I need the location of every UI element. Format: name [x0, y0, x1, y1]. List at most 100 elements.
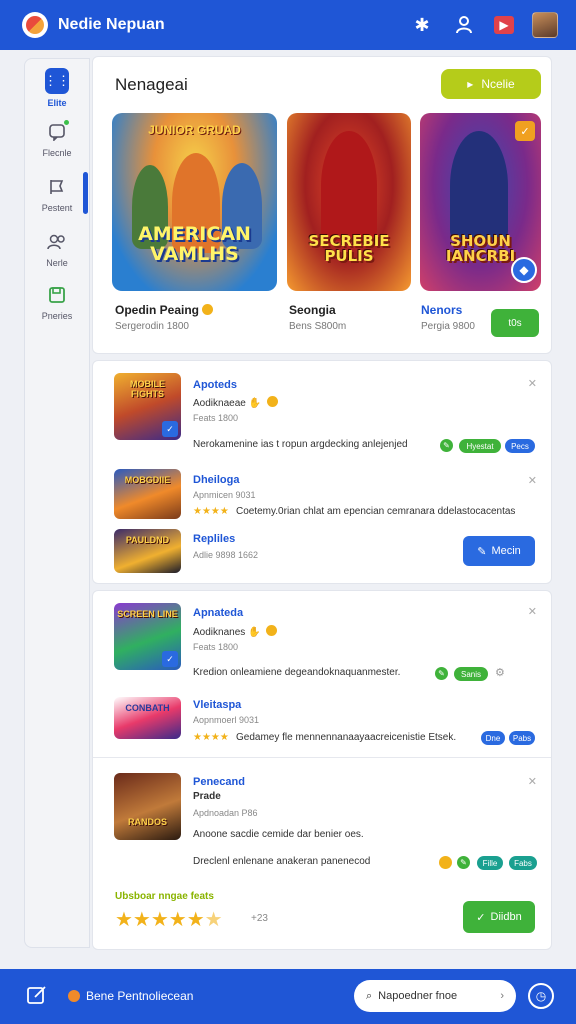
- bottom-search-button[interactable]: ⌕ Napoedner fnoe ›: [354, 980, 516, 1012]
- sidebar-item-label: Pneries: [41, 311, 73, 321]
- list-item-sub: Aodiknaeae ✋: [193, 396, 278, 409]
- game-card-name: Seongia: [289, 303, 336, 317]
- save-icon: [45, 283, 69, 307]
- tag: Pecs: [505, 439, 535, 453]
- video-icon[interactable]: ▶: [494, 16, 514, 34]
- list-item-desc: Anoone sacdie cemide dar benier oes.: [193, 829, 364, 840]
- list-item-meta: Feats 1800: [193, 413, 239, 423]
- coin-icon: [202, 304, 214, 315]
- user-icon[interactable]: [452, 13, 476, 37]
- sidebar-item-pestent[interactable]: Pestent: [24, 175, 90, 213]
- game-card-sub: Bens S800m: [289, 321, 347, 332]
- edit-icon[interactable]: ✎: [440, 439, 453, 452]
- close-icon[interactable]: ✕: [528, 474, 537, 487]
- game-thumbnail[interactable]: PAULDND: [114, 529, 181, 573]
- grid-icon: ⋮⋮: [44, 68, 70, 94]
- game-card-art-title: SECREBIE PULIS: [308, 231, 390, 266]
- sidebar-item-label: Flecnle: [42, 148, 72, 158]
- list-item-title[interactable]: Penecand: [193, 776, 245, 788]
- rating-count: +23: [251, 913, 268, 924]
- close-icon[interactable]: ✕: [528, 605, 537, 618]
- play-icon: ▸: [467, 77, 474, 91]
- settings-icon[interactable]: ⚙: [495, 666, 505, 679]
- compose-icon[interactable]: [26, 984, 48, 1012]
- list-item-meta: Adlie 9898 1662: [193, 550, 259, 560]
- sidebar-item-flecnle[interactable]: Flecnle: [24, 120, 90, 158]
- list-item-desc: Kredion onleamiene degeandoknaquanmester…: [193, 667, 401, 678]
- tag: Pabs: [509, 731, 535, 745]
- app-logo[interactable]: [22, 12, 48, 38]
- game-list-panel-2: SCREEN LINE ✓ Apnateda Aodiknanes ✋ Feat…: [92, 590, 552, 950]
- edit-icon[interactable]: ✎: [435, 667, 448, 680]
- sidebar-item-label: Elite: [47, 98, 67, 108]
- bottom-status: Bene Pentnoliecean: [68, 989, 193, 1003]
- rating-label: Ubsboar nngae feats: [115, 891, 214, 902]
- list-item-meta: Apdnoadan P86: [193, 808, 258, 818]
- list-item-desc: Coetemy.0rian chlat am epencian cemranar…: [236, 506, 516, 517]
- featured-action-button[interactable]: ▸ Ncelie: [441, 69, 541, 99]
- sidebar-item-nerle[interactable]: Nerle: [24, 230, 90, 268]
- list-item-sub: Prade: [193, 791, 221, 802]
- game-card-name: Opedin Peaing: [115, 303, 214, 317]
- tag: Sanis: [454, 667, 488, 681]
- rating-stars: ★★★★★★: [115, 909, 223, 931]
- game-card[interactable]: ✓ SHOUN IANCRBI ◆: [420, 113, 541, 291]
- rating-stars: ★★★★: [193, 732, 229, 743]
- sidebar-item-elite[interactable]: ⋮⋮ Elite: [24, 68, 90, 108]
- game-card-sub: Pergia 9800: [421, 321, 475, 332]
- sidebar-active-indicator: [83, 172, 88, 214]
- edit-icon[interactable]: ✎: [457, 856, 470, 869]
- tag: Dne: [481, 731, 505, 745]
- clock-icon[interactable]: ◷: [528, 983, 554, 1009]
- sidebar-item-label: Nerle: [46, 258, 68, 268]
- status-dot-icon: [68, 990, 80, 1002]
- sidebar-item-pneries[interactable]: Pneries: [24, 283, 90, 321]
- close-icon[interactable]: ✕: [528, 377, 537, 390]
- list-item-title[interactable]: Vleitaspa: [193, 699, 241, 711]
- check-badge-icon: ✓: [515, 121, 535, 141]
- close-icon[interactable]: ✕: [528, 775, 537, 788]
- search-icon: ⌕: [366, 989, 373, 1002]
- list-item-title[interactable]: Dheiloga: [193, 474, 239, 486]
- tag: Hyestat: [459, 439, 501, 453]
- share-icon[interactable]: ◆: [511, 257, 537, 283]
- list-item-desc-2: Dreclenl enlenane anakeran panenecod: [193, 856, 371, 867]
- open-button[interactable]: ✎ Mecin: [463, 536, 535, 566]
- tag: Fille: [477, 856, 503, 870]
- game-thumbnail[interactable]: MOBILE FIGHTS ✓: [114, 373, 181, 440]
- game-thumbnail[interactable]: CONBATH: [114, 697, 181, 739]
- featured-panel: Nenageai ▸ Ncelie JUNIOR GRUAD AMERICAN …: [92, 56, 552, 354]
- game-thumbnail[interactable]: MOBGDIIE: [114, 469, 181, 519]
- game-card[interactable]: JUNIOR GRUAD AMERICAN VAMLHS: [112, 113, 277, 291]
- rating-stars: ★★★★: [193, 506, 229, 517]
- tag: Fabs: [509, 856, 537, 870]
- flag-icon: [45, 175, 69, 199]
- list-item-desc: Nerokamenine ias t ropun argdecking anle…: [193, 439, 408, 450]
- list-item-title[interactable]: Repliles: [193, 533, 235, 545]
- check-icon: ✓: [162, 421, 178, 437]
- game-card-banner: JUNIOR GRUAD: [148, 123, 241, 137]
- puzzle-icon[interactable]: ✱: [410, 13, 434, 37]
- game-card-name: Nenors: [421, 303, 463, 317]
- check-icon: ✓: [162, 651, 178, 667]
- list-item-sub: Aodiknanes ✋: [193, 625, 278, 638]
- list-item-meta: Aopnmoerl 9031: [193, 715, 260, 725]
- download-button[interactable]: ✓ Diidbn: [463, 901, 535, 933]
- game-thumbnail[interactable]: RANDOS: [114, 773, 181, 840]
- sidebar-item-label: Pestent: [41, 203, 73, 213]
- game-card[interactable]: SECREBIE PULIS: [287, 113, 411, 291]
- game-thumbnail[interactable]: SCREEN LINE ✓: [114, 603, 181, 670]
- top-app-bar: Nedie Nepuan ✱ ▶: [0, 0, 576, 50]
- game-card-sub: Sergerodin 1800: [115, 321, 189, 332]
- coin-icon: [439, 856, 452, 869]
- chevron-right-icon: ›: [500, 990, 504, 1002]
- avatar[interactable]: [532, 12, 558, 38]
- play-button[interactable]: t0s: [491, 309, 539, 337]
- list-item-meta: Feats 1800: [193, 642, 239, 652]
- section-title: Nenageai: [115, 75, 188, 94]
- bottom-bar: Bene Pentnoliecean ⌕ Napoedner fnoe › ◷: [0, 969, 576, 1024]
- list-item-meta: Apnmicen 9031: [193, 490, 256, 500]
- list-item-title[interactable]: Apnateda: [193, 607, 243, 619]
- list-item-desc: Gedamey fle mennennanaayaacreicenistie E…: [236, 732, 457, 743]
- list-item-title[interactable]: Apoteds: [193, 379, 237, 391]
